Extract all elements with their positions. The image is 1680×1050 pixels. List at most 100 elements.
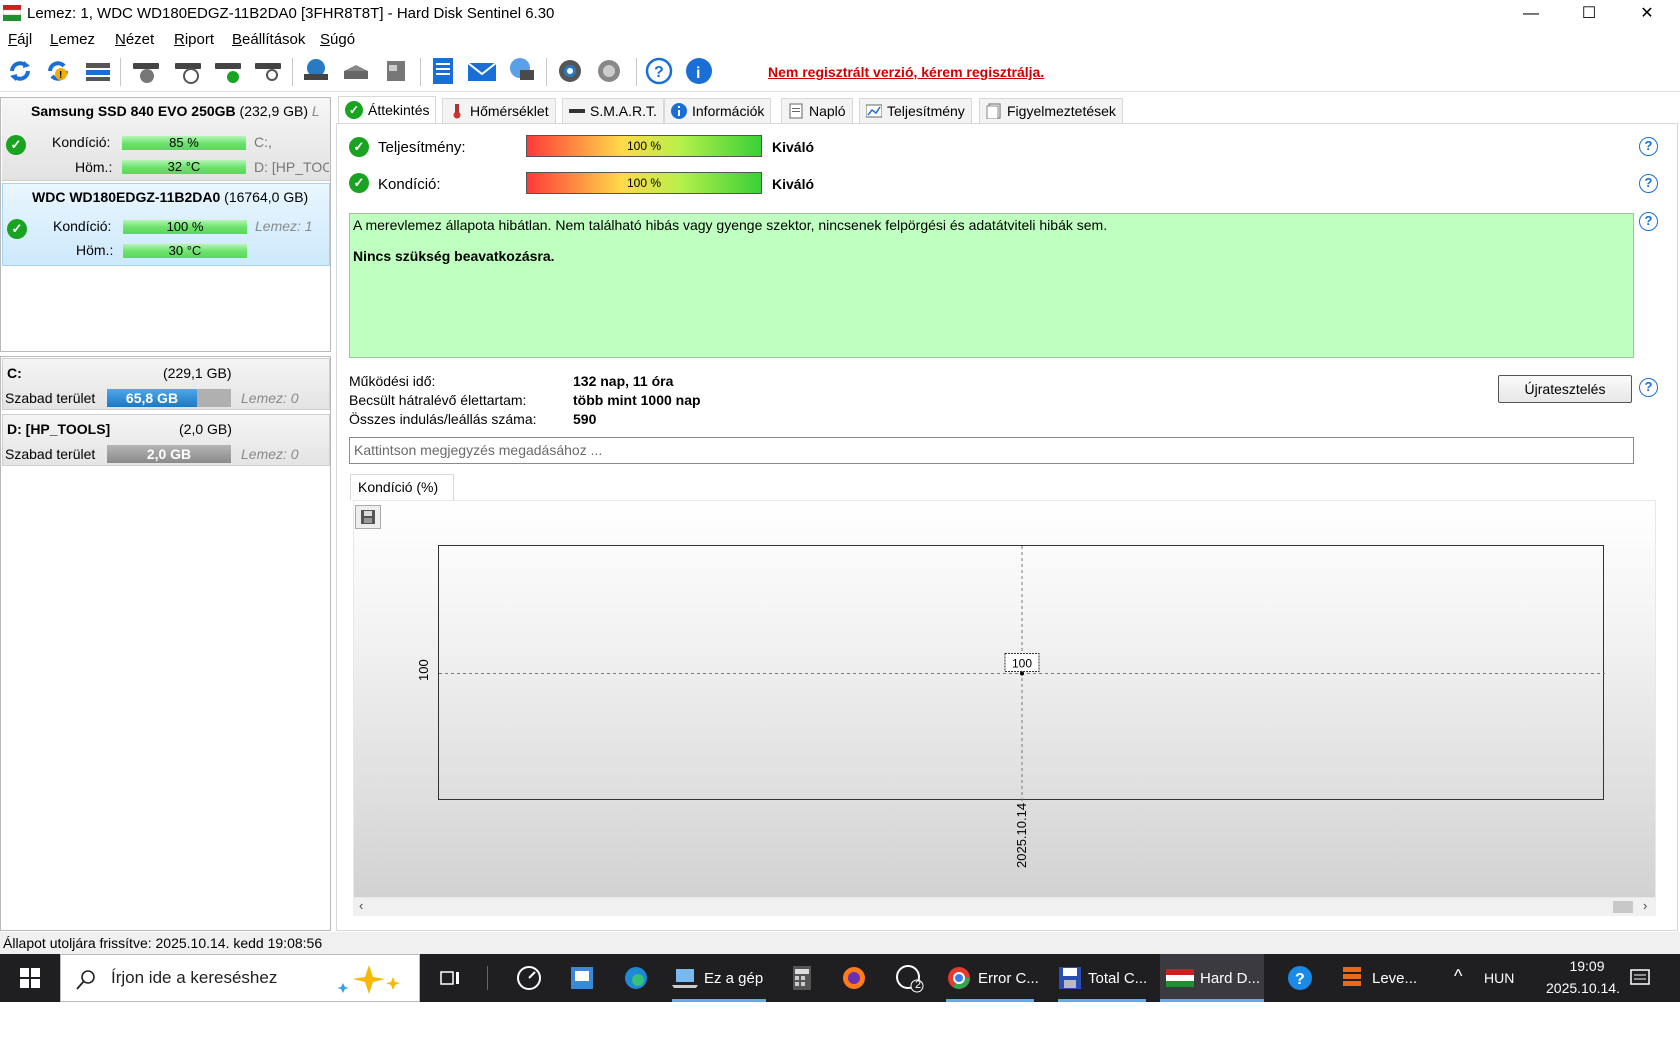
taskbar-app-help[interactable]: ? bbox=[1278, 954, 1322, 1002]
window-title: Lemez: 1, WDC WD180EDGZ-11B2DA0 [3FHR8T8… bbox=[27, 5, 555, 22]
tab-smart[interactable]: S.M.A.R.T. bbox=[562, 98, 664, 123]
retest-button[interactable]: Újratesztelés bbox=[1498, 375, 1632, 403]
settings-icon[interactable] bbox=[554, 55, 586, 87]
disk-timer-icon[interactable] bbox=[172, 55, 204, 87]
menu-report[interactable]: Riport bbox=[174, 31, 214, 48]
task-view-icon bbox=[440, 971, 459, 985]
volume-entry-d[interactable]: D: [HP_TOOLS] (2,0 GB) Szabad terület 2,… bbox=[2, 414, 330, 466]
scroll-left-icon[interactable]: ‹ bbox=[359, 898, 363, 913]
menu-settings[interactable]: Beállítások bbox=[232, 31, 305, 48]
taskbar-app-calculator[interactable] bbox=[780, 954, 824, 1002]
floppy-disk-icon bbox=[1059, 967, 1081, 989]
menu-view[interactable]: Nézet bbox=[115, 31, 154, 48]
scroll-right-icon[interactable]: › bbox=[1643, 898, 1647, 913]
last-update-text: Állapot utoljára frissítve: 2025.10.14. … bbox=[3, 935, 323, 951]
volume-disk-ref: Lemez: 0 bbox=[241, 446, 299, 462]
whatsapp-badge: 2 bbox=[915, 979, 922, 991]
chrome-icon bbox=[948, 967, 970, 989]
taskbar-app-speedtest[interactable] bbox=[507, 954, 551, 1002]
sound-icon[interactable] bbox=[594, 55, 626, 87]
info-icon[interactable]: i bbox=[683, 55, 715, 87]
disk-list-icon[interactable] bbox=[82, 55, 114, 87]
volume-entry-c[interactable]: C: (229,1 GB) Szabad terület 65,8 GB Lem… bbox=[2, 358, 330, 410]
ok-check-icon: ✓ bbox=[7, 219, 27, 239]
tab-log[interactable]: Napló bbox=[781, 98, 853, 123]
mail-icon[interactable] bbox=[466, 55, 498, 87]
external-disk-icon[interactable] bbox=[380, 55, 412, 87]
maximize-button[interactable]: ☐ bbox=[1560, 0, 1618, 28]
taskbar-app-letters[interactable]: Leve... bbox=[1334, 954, 1424, 1002]
condition-bar: 100 % bbox=[123, 220, 247, 234]
toolbar: ! ? i Nem regisztrált verzió, kérem regi… bbox=[0, 52, 1680, 92]
title-bar: Lemez: 1, WDC WD180EDGZ-11B2DA0 [3FHR8T8… bbox=[0, 0, 1680, 28]
menu-bar: Fájl Lemez Nézet Riport Beállítások Súgó bbox=[0, 28, 1680, 52]
scroll-thumb[interactable] bbox=[1613, 901, 1633, 913]
help-icon[interactable]: ? bbox=[1639, 137, 1658, 156]
report-icon[interactable] bbox=[427, 55, 459, 87]
export-disk-icon[interactable] bbox=[340, 55, 372, 87]
tab-information[interactable]: Információk bbox=[664, 98, 772, 123]
chart-scrollbar[interactable]: ‹ › bbox=[353, 898, 1656, 916]
tab-temperature[interactable]: Hőmérséklet bbox=[442, 98, 556, 123]
disk-entry-samsung[interactable]: Samsung SSD 840 EVO 250GB (232,9 GB) L ✓… bbox=[2, 98, 330, 181]
taskbar-app-this-pc[interactable]: Ez a gép bbox=[666, 954, 772, 1002]
start-count-label: Összes indulás/leállás száma: bbox=[349, 411, 537, 427]
tray-time[interactable]: 19:09 bbox=[1552, 958, 1622, 974]
save-icon bbox=[361, 510, 375, 524]
network-icon[interactable] bbox=[506, 55, 538, 87]
refresh-warning-icon[interactable]: ! bbox=[42, 55, 74, 87]
help-icon[interactable]: ? bbox=[1639, 212, 1658, 231]
sparkle-decoration-icon bbox=[337, 965, 400, 994]
help-icon[interactable]: ? bbox=[643, 55, 675, 87]
minimize-button[interactable]: — bbox=[1502, 0, 1560, 28]
taskbar-app-remote[interactable] bbox=[560, 954, 604, 1002]
disk-search-icon[interactable] bbox=[252, 55, 284, 87]
volume-c: C:, bbox=[254, 134, 272, 150]
chart-tab-condition[interactable]: Kondíció (%) bbox=[350, 474, 454, 500]
performance-icon bbox=[866, 104, 882, 118]
start-button[interactable] bbox=[0, 954, 60, 1002]
unregistered-link[interactable]: Nem regisztrált verzió, kérem regisztrál… bbox=[768, 64, 1044, 80]
volume-d: D: [HP_TOO bbox=[254, 159, 329, 175]
performance-rating: Kiváló bbox=[772, 139, 815, 155]
chart-x-tick: 2025.10.14. bbox=[1014, 802, 1029, 868]
disk-check-icon[interactable] bbox=[212, 55, 244, 87]
tab-alerts[interactable]: Figyelmeztetések bbox=[979, 98, 1123, 123]
volume-size: (229,1 GB) bbox=[163, 365, 232, 381]
performance-bar: 100 % bbox=[526, 135, 762, 157]
note-input[interactable]: Kattintson megjegyzés megadásához ... bbox=[349, 437, 1634, 464]
menu-file[interactable]: Fájl bbox=[8, 31, 32, 48]
smart-icon bbox=[569, 109, 585, 113]
taskbar-app-total-commander[interactable]: Total C... bbox=[1052, 954, 1152, 1002]
help-icon[interactable]: ? bbox=[1639, 174, 1658, 193]
condition-ok-icon: ✓ bbox=[349, 173, 369, 193]
alerts-icon bbox=[986, 103, 1001, 119]
disk-info-icon[interactable] bbox=[130, 55, 162, 87]
network-disk-icon[interactable] bbox=[300, 55, 332, 87]
taskbar-app-hard-disk-sentinel[interactable]: Hard D... bbox=[1160, 954, 1264, 1002]
taskbar-app-whatsapp[interactable]: 2 bbox=[884, 954, 934, 1002]
taskbar-app-chrome-error[interactable]: Error C... bbox=[940, 954, 1040, 1002]
refresh-icon[interactable] bbox=[4, 55, 36, 87]
taskbar-app-firefox[interactable] bbox=[832, 954, 876, 1002]
taskbar-app-edge[interactable] bbox=[614, 954, 658, 1002]
notification-icon bbox=[1630, 969, 1650, 985]
svg-text:100: 100 bbox=[1012, 657, 1032, 671]
tray-overflow-icon[interactable]: ^ bbox=[1454, 966, 1462, 987]
chart-point-label: 100 bbox=[1004, 653, 1040, 672]
save-chart-button[interactable] bbox=[355, 505, 381, 529]
tab-performance[interactable]: Teljesítmény bbox=[859, 98, 972, 123]
help-icon[interactable]: ? bbox=[1639, 378, 1658, 397]
check-icon: ✓ bbox=[345, 101, 363, 119]
taskbar-search[interactable]: Írjon ide a kereséshez bbox=[60, 954, 420, 1002]
menu-help[interactable]: Súgó bbox=[320, 31, 355, 48]
language-indicator[interactable]: HUN bbox=[1484, 970, 1514, 986]
disk-entry-wdc[interactable]: WDC WD180EDGZ-11B2DA0 (16764,0 GB) ✓ Kon… bbox=[2, 183, 330, 266]
menu-disk[interactable]: Lemez bbox=[50, 31, 95, 48]
volume-name: C: bbox=[7, 365, 22, 381]
svg-text:?: ? bbox=[654, 64, 664, 81]
close-button[interactable]: ✕ bbox=[1618, 0, 1676, 28]
notification-button[interactable] bbox=[1620, 954, 1660, 1002]
tab-overview[interactable]: ✓ Áttekintés bbox=[338, 96, 437, 123]
task-view-button[interactable] bbox=[428, 954, 472, 1002]
